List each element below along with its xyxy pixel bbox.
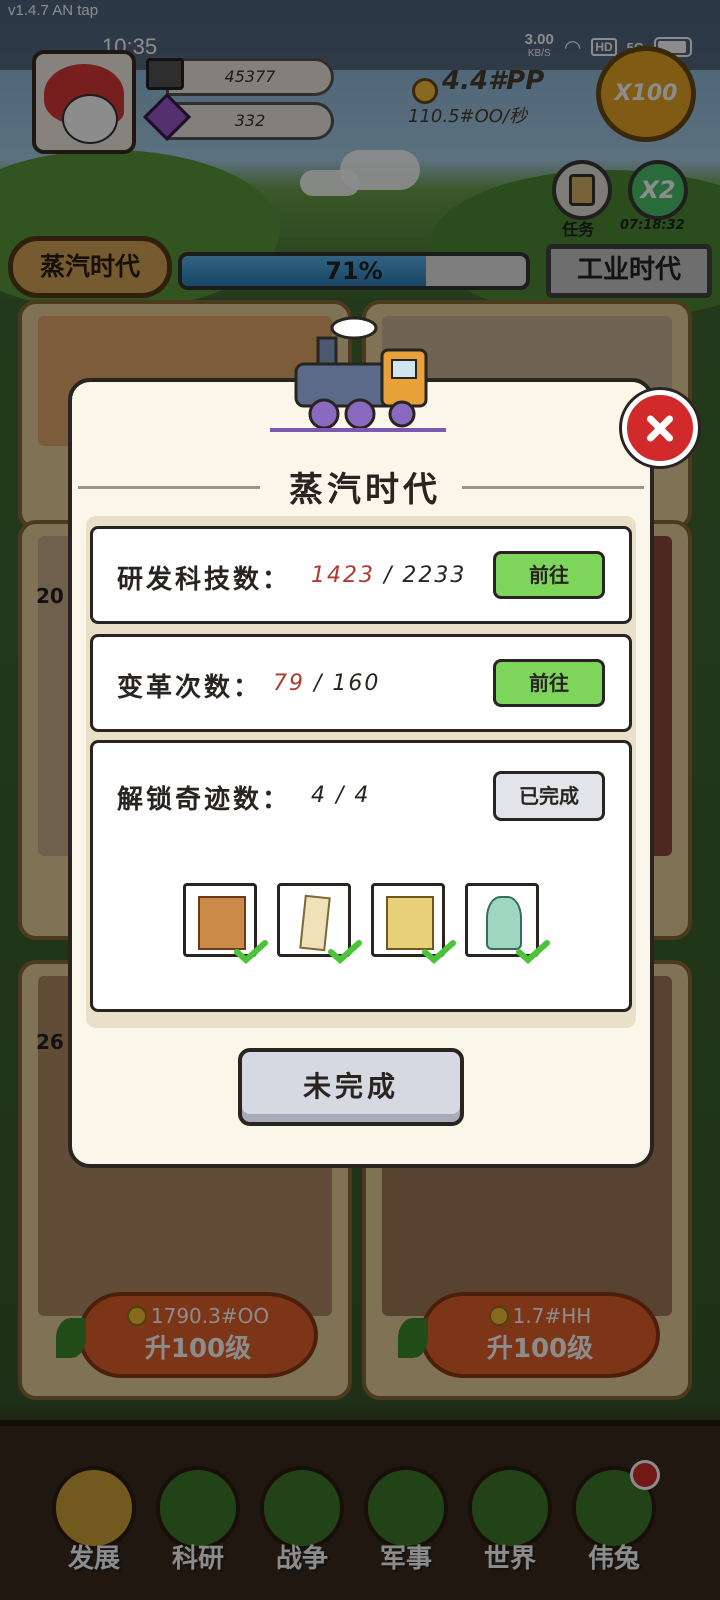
close-button[interactable]	[622, 390, 698, 466]
go-button-reform[interactable]: 前往	[493, 659, 605, 707]
goal-label: 变革次数：	[117, 673, 263, 703]
goal-progress: 4 / 4	[311, 783, 371, 808]
goal-label: 研发科技数：	[117, 565, 292, 595]
statue-of-liberty-wonder-icon	[465, 883, 550, 964]
goal-progress: 1423 / 2233	[311, 563, 467, 588]
title-divider-right	[462, 486, 644, 489]
goal-row-wonders: 解锁奇迹数： 4 / 4 已完成	[90, 740, 632, 1012]
pisa-tower-wonder-icon	[277, 883, 362, 964]
era-goal-dialog: 蒸汽时代 研发科技数： 1423 / 2233 前往 变革次数： 79 / 16…	[68, 378, 654, 1168]
go-button-research[interactable]: 前往	[493, 551, 605, 599]
steam-train-icon	[270, 316, 446, 432]
goal-row-research: 研发科技数： 1423 / 2233 前往	[90, 526, 632, 624]
cathedral-wonder-icon	[371, 883, 456, 964]
goal-label: 解锁奇迹数：	[117, 785, 292, 815]
goal-row-reform: 变革次数： 79 / 160 前往	[90, 634, 632, 732]
petra-wonder-icon	[183, 883, 268, 964]
goal-progress: 79 / 160	[273, 671, 381, 696]
incomplete-status-button[interactable]: 未完成	[238, 1048, 464, 1126]
completed-button: 已完成	[493, 771, 605, 821]
